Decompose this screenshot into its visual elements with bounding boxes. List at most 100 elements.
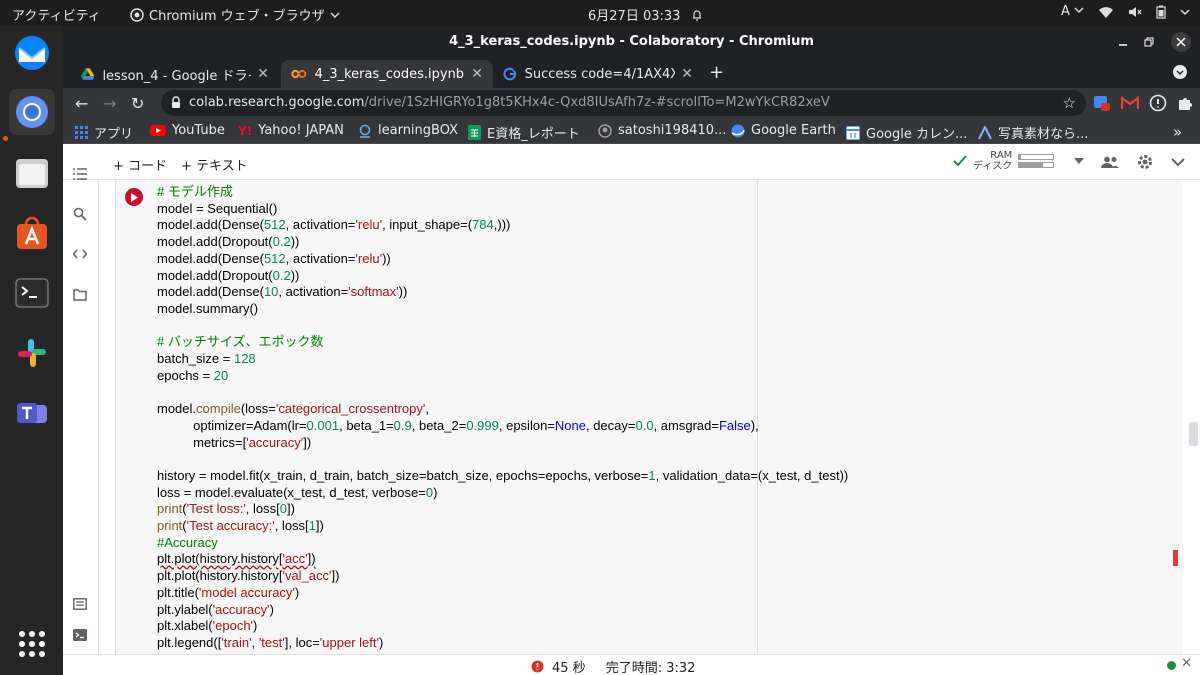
files-logo (16, 159, 48, 188)
running-indicator (3, 136, 8, 141)
caret-down-icon[interactable] (1074, 158, 1085, 164)
connected-check-icon (953, 155, 967, 167)
code-line: ​ (157, 451, 848, 468)
speaker-muted-icon (1129, 6, 1142, 17)
bookmark-learningbox[interactable]: learningBOX (358, 123, 458, 138)
code-line: plt.ylabel('accuracy') (157, 601, 274, 617)
show-applications-icon[interactable] (9, 621, 55, 667)
tab-google-drive[interactable]: lesson_4 - Google ドライブ ✕ (71, 60, 279, 88)
system-tray[interactable]: A (1061, 4, 1190, 19)
disk-usage-fill (1019, 163, 1044, 167)
close-status-icon[interactable]: ✕ (1181, 656, 1192, 671)
gmail-icon[interactable] (1121, 96, 1139, 110)
runtime-resources[interactable]: RAM ディスク (953, 150, 1085, 172)
extension-badge-icon[interactable] (1093, 94, 1111, 112)
restore-icon[interactable] (1144, 37, 1154, 47)
url-text: colab.research.google.com/drive/1SzHIGRY… (189, 95, 830, 110)
app-menu[interactable]: Chromium ウェブ・ブラウザ (130, 5, 340, 24)
bookmark-satoshi[interactable]: satoshi198410... (598, 123, 726, 138)
settings-gear-icon[interactable] (1137, 154, 1153, 170)
url-host: colab.research.google.com (189, 95, 365, 110)
close-tab-icon[interactable]: ✕ (471, 66, 483, 82)
code-line: print('Test accuracy:', loss[1]) (157, 518, 324, 534)
address-bar[interactable]: colab.research.google.com/drive/1SzHIGRY… (161, 90, 1086, 116)
thunderbird-icon[interactable] (9, 30, 55, 76)
new-tab-button[interactable]: + (709, 62, 724, 83)
code-line: plt.title('model accuracy') (157, 584, 300, 600)
reload-button[interactable]: ↻ (131, 94, 144, 113)
add-code-button[interactable]: + コード (113, 155, 167, 174)
bookmark-google-earth[interactable]: Google Earth (731, 123, 836, 138)
ubuntu-dock (0, 26, 63, 675)
bookmark-star-icon[interactable]: ☆ (1063, 94, 1076, 112)
software-center-logo (17, 216, 47, 249)
code-editor[interactable]: # モデル作成 model = Sequential() model.add(Den… (157, 184, 848, 652)
tab-success-code[interactable]: Success code=4/1AX4XfW ✕ (493, 60, 703, 88)
bookmark-photo-material[interactable]: 写真素材なら... (978, 123, 1088, 142)
search-icon[interactable] (73, 207, 87, 221)
files-folder-icon[interactable] (73, 289, 87, 301)
tab-label: Success code=4/1AX4XfW (524, 66, 676, 82)
info-extension-icon[interactable] (1149, 94, 1167, 112)
share-people-icon[interactable] (1101, 156, 1119, 168)
input-method-indicator[interactable]: A (1061, 4, 1084, 19)
terminal-icon[interactable] (73, 629, 87, 641)
run-cell-button[interactable] (125, 188, 143, 206)
slack-icon[interactable] (9, 330, 55, 376)
tab-search-button[interactable] (1172, 64, 1188, 84)
bookmark-youtube[interactable]: YouTube (150, 123, 225, 138)
error-icon (531, 660, 544, 673)
bookmarks-overflow-button[interactable]: » (1173, 123, 1182, 141)
bookmark-yahoo-japan[interactable]: Y! Yahoo! JAPAN (238, 123, 344, 138)
forward-button[interactable]: → (103, 94, 116, 113)
scrollbar-thumb[interactable] (1189, 422, 1198, 446)
clock-text: 6月27日 03:33 (588, 9, 681, 24)
code-line: plt.plot(history.history['acc']) (157, 551, 316, 567)
clock[interactable]: 6月27日 03:33 (588, 5, 703, 24)
notebook-scrollbar[interactable] (1186, 180, 1200, 654)
teams-icon[interactable] (9, 391, 55, 437)
code-line: # バッチサイズ、エポック数 (157, 334, 324, 350)
apps-grid-icon (75, 126, 88, 139)
browser-toolbar: ← → ↻ colab.research.google.com/drive/1S… (63, 88, 1200, 118)
bookmark-apps[interactable]: アプリ (75, 123, 133, 142)
terminal-icon[interactable] (9, 270, 55, 316)
code-snippets-icon[interactable] (73, 249, 87, 259)
collapse-chevron-icon[interactable] (1171, 157, 1185, 167)
software-center-icon[interactable] (9, 210, 55, 256)
code-line: optimizer=Adam(lr=0.001, beta_1=0.9, bet… (157, 417, 759, 433)
window-controls (1118, 31, 1192, 53)
bookmark-e-shikaku-report[interactable]: E資格_レポート (468, 123, 580, 142)
puzzle-extensions-icon[interactable] (1177, 95, 1193, 111)
activities-button[interactable]: アクティビティ (12, 5, 101, 24)
error-marker (1173, 550, 1178, 566)
add-text-button[interactable]: + テキスト (181, 155, 248, 174)
tab-search-icon (1173, 65, 1187, 79)
close-tab-icon[interactable]: ✕ (681, 66, 693, 82)
execution-status[interactable]: 45 秒 完了時間: 3:32 (531, 657, 695, 675)
code-line: #Accuracy (157, 534, 218, 550)
extensions-area (1093, 93, 1200, 113)
back-button[interactable]: ← (75, 94, 88, 113)
code-line: plt.xlabel('epoch') (157, 618, 258, 634)
alarm-bell-icon (692, 10, 701, 21)
code-cell[interactable]: # モデル作成 model = Sequential() model.add(Den… (115, 180, 1183, 654)
close-icon[interactable] (1170, 31, 1192, 53)
chevron-down-icon (1180, 8, 1190, 15)
table-of-contents-icon[interactable] (73, 168, 87, 180)
close-tab-icon[interactable]: ✕ (257, 66, 269, 82)
window-title-bar[interactable]: 4_3_keras_codes.ipynb - Colaboratory - C… (63, 26, 1200, 56)
teams-logo (17, 403, 47, 423)
bookmark-label: Google カレン... (866, 127, 968, 142)
chromium-dock-icon[interactable] (9, 89, 55, 135)
resource-labels: RAM ディスク (973, 150, 1012, 172)
command-palette-icon[interactable] (73, 598, 87, 610)
code-line: model.compile(loss='categorical_crossent… (157, 401, 429, 417)
lock-icon (172, 96, 180, 108)
minimize-icon[interactable] (1118, 37, 1128, 47)
app-grid-logo (19, 631, 45, 657)
bookmark-google-calendar[interactable]: Google カレン... (846, 123, 967, 142)
tab-colab-notebook[interactable]: 4_3_keras_codes.ipynb - Colaboratory ✕ (281, 60, 493, 88)
files-icon[interactable] (9, 150, 55, 196)
colab-status-bar: 45 秒 完了時間: 3:32 ✕ (63, 654, 1200, 675)
